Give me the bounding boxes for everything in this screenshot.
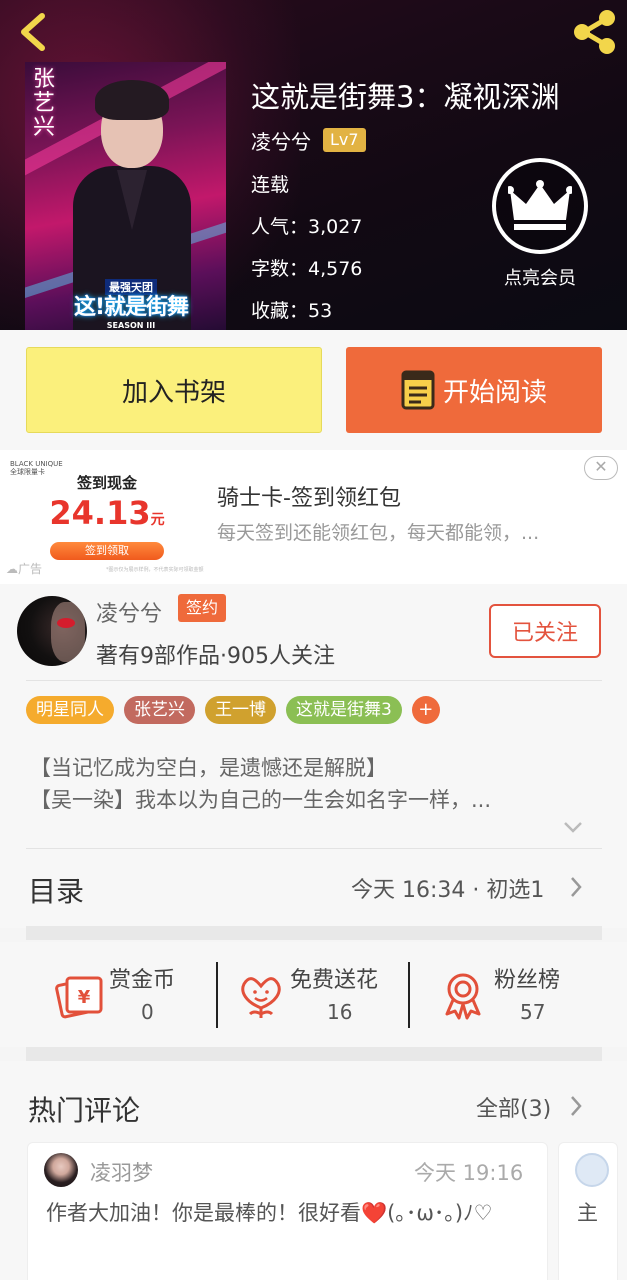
stat-value: 16	[327, 1000, 353, 1024]
add-to-shelf-label: 加入书架	[121, 377, 226, 408]
stat-label: 免费送花	[290, 968, 379, 993]
ad-tag: ☁广告	[6, 562, 43, 576]
hot-comments-title: 热门评论	[28, 1094, 141, 1127]
ad-amount-number: 24.13	[49, 494, 151, 532]
author-name[interactable]: 凌兮兮	[251, 126, 311, 155]
catalog-title: 目录	[28, 875, 85, 908]
more-tags-button[interactable]: +	[411, 696, 440, 724]
comment-time: 今天 19:16	[414, 1161, 524, 1185]
comment-user[interactable]: 凌羽梦	[90, 1157, 153, 1187]
crown-icon	[492, 158, 588, 254]
stat-label: 粉丝榜	[494, 968, 561, 993]
vip-label: 点亮会员	[504, 268, 576, 289]
ad-amount-unit: 元	[150, 512, 165, 528]
add-to-shelf-button[interactable]: 加入书架	[26, 347, 322, 433]
book-intro[interactable]: 【当记忆成为空白，是遗憾还是解脱】 【吴一染】我本以为自己的一生会如名字一样，.…	[30, 752, 570, 816]
signed-badge: 签约	[178, 594, 227, 622]
catalog-row[interactable]: 目录 今天 16:34 · 初选1	[0, 848, 627, 928]
fan-ranking-item[interactable]: 粉丝榜 57	[440, 962, 590, 1032]
stat-value: 0	[141, 1000, 154, 1024]
stat-value: 57	[520, 1000, 546, 1024]
author-stats: 著有9部作品·905人关注	[96, 644, 335, 669]
tag-item[interactable]: 明星同人	[26, 696, 114, 724]
comment-text: 作者大加油！你是最棒的！很好看❤️(｡･ω･｡)ﾉ♡	[46, 1201, 493, 1225]
tag-item[interactable]: 这就是街舞3	[286, 696, 402, 724]
chevron-down-icon[interactable]	[562, 820, 584, 834]
author-row[interactable]: 凌兮兮 Lv7	[251, 126, 366, 154]
svg-text:¥: ¥	[78, 987, 91, 1008]
stats-row: ¥ 赏金币 0 免费送花 16 粉丝榜 57	[0, 942, 627, 1047]
intro-line: 【吴一染】我本以为自己的一生会如名字一样，...	[30, 788, 492, 812]
follow-button[interactable]: 已关注	[489, 604, 601, 658]
all-comments-link[interactable]: 全部(3)	[476, 1091, 551, 1123]
tags-and-intro: 明星同人 张艺兴 王一博 这就是街舞3 + 【当记忆成为空白，是遗憾还是解脱】 …	[0, 680, 627, 848]
chevron-right-icon	[571, 877, 582, 897]
popularity-count: 人气：3,027	[251, 216, 363, 238]
ad-claim-button[interactable]: 签到领取	[50, 542, 164, 560]
chevron-right-icon[interactable]	[570, 1095, 582, 1117]
divider	[408, 962, 410, 1028]
vip-member-button[interactable]: 点亮会员	[490, 158, 590, 290]
share-icon[interactable]	[570, 8, 618, 56]
ad-fine-print: *图示仅为展示样例，不代表实际可领取金额	[106, 567, 204, 573]
tag-list: 明星同人 张艺兴 王一博 这就是街舞3 +	[26, 696, 440, 724]
avatar[interactable]	[575, 1153, 609, 1187]
ad-banner[interactable]: BLACK UNIQUE 全球限量卡 签到现金 24.13元 签到领取 ☁广告 …	[0, 450, 627, 584]
book-title: 这就是街舞3：凝视深渊	[251, 80, 560, 114]
section-separator	[26, 926, 602, 940]
divider	[26, 848, 602, 849]
divider	[216, 962, 218, 1028]
section-separator	[26, 1047, 602, 1061]
level-badge: Lv7	[323, 128, 366, 152]
latest-chapter[interactable]: 今天 16:34 · 初选1	[351, 872, 544, 904]
flower-icon	[241, 977, 281, 1018]
ad-sign-label: 签到现金	[76, 474, 137, 492]
favorites-count: 收藏：53	[251, 300, 333, 322]
hot-comments: 热门评论 全部(3) 凌羽梦 今天 19:16 作者大加油！你是最棒的！很好看❤…	[0, 1061, 627, 1280]
intro-line: 【当记忆成为空白，是遗憾还是解脱】	[30, 756, 387, 780]
cover-vertical-name: 张艺兴	[33, 67, 56, 140]
avatar[interactable]	[17, 596, 87, 666]
author-card[interactable]: 凌兮兮 签约 著有9部作品·905人关注 已关注	[0, 584, 627, 680]
ad-title[interactable]: 骑士卡-签到领红包	[217, 480, 401, 512]
book-header: 张艺兴 最强天团 这!就是街舞 SEASON III 这就是街舞3：凝视深渊 凌…	[0, 0, 627, 330]
back-arrow-icon[interactable]	[14, 10, 56, 54]
ad-image[interactable]: BLACK UNIQUE 全球限量卡 签到现金 24.13元 签到领取 ☁广告 …	[6, 456, 208, 576]
book-cover[interactable]: 张艺兴 最强天团 这!就是街舞 SEASON III	[25, 62, 226, 330]
word-count: 字数：4,576	[251, 258, 363, 280]
action-buttons: 加入书架 开始阅读	[0, 330, 627, 450]
cover-logo-top: 最强天团	[105, 279, 157, 295]
start-reading-label: 开始阅读	[442, 377, 547, 408]
ad-description: 每天签到还能领红包，每天都能领，...	[217, 522, 540, 544]
tag-item[interactable]: 张艺兴	[124, 696, 195, 724]
tag-item[interactable]: 王一博	[205, 696, 276, 724]
author-card-name[interactable]: 凌兮兮	[96, 596, 162, 628]
cover-logo-main: 这!就是街舞	[73, 295, 189, 320]
comment-card[interactable]: 凌羽梦 今天 19:16 作者大加油！你是最棒的！很好看❤️(｡･ω･｡)ﾉ♡	[27, 1142, 548, 1280]
comment-text: 主	[577, 1201, 598, 1225]
stat-label: 赏金币	[109, 968, 176, 993]
medal-icon	[445, 973, 481, 1020]
ad-amount: 24.13元	[6, 494, 208, 532]
divider	[26, 680, 602, 681]
serial-status: 连载	[251, 174, 290, 196]
ad-tag-label: 广告	[18, 562, 43, 576]
avatar[interactable]	[44, 1153, 78, 1187]
red-envelope-icon: ¥	[55, 976, 103, 1019]
free-flower-item[interactable]: 免费送花 16	[236, 962, 396, 1032]
cover-logo-sub: SEASON III	[106, 321, 156, 330]
close-icon[interactable]: ✕	[584, 456, 618, 480]
reward-coin-item[interactable]: ¥ 赏金币 0	[55, 962, 205, 1032]
start-reading-button[interactable]: 开始阅读	[346, 347, 602, 433]
cover-show-logo: 最强天团 这!就是街舞 SEASON III	[71, 276, 191, 330]
book-icon	[401, 370, 435, 410]
comment-card[interactable]: 主	[558, 1142, 618, 1280]
follow-label: 已关注	[511, 621, 578, 646]
